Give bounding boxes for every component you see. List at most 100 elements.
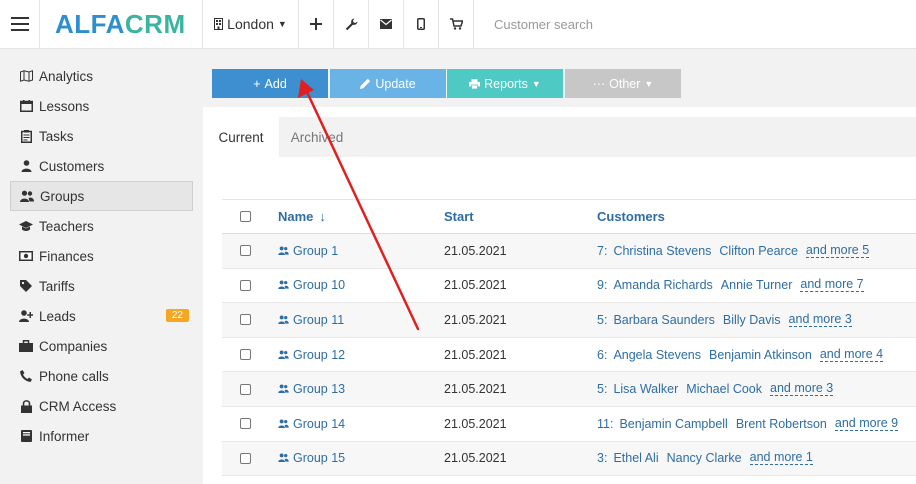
customer-count: 9: (597, 278, 608, 293)
customer-link[interactable]: Brent Robertson (736, 417, 827, 431)
row-checkbox[interactable] (240, 314, 251, 326)
table-row[interactable]: Group 15 21.05.2021 3: Ethel Ali Nancy Clark… (222, 441, 916, 477)
customer-link[interactable]: Barbara Saunders (613, 313, 714, 327)
row-checkbox[interactable] (240, 245, 251, 257)
group-link[interactable]: Group 10 (278, 278, 345, 292)
add-button[interactable]: + Add (212, 69, 328, 98)
customer-count: 3: (597, 451, 608, 466)
sidebar-item-label: Groups (40, 188, 85, 204)
customer-link[interactable]: Angela Stevens (613, 348, 701, 362)
customer-search-input[interactable]: Customer search (474, 0, 916, 48)
table-row[interactable]: Group 14 21.05.2021 11: Benjamin Campbell Br… (222, 407, 916, 442)
other-button-label: Other (609, 76, 641, 91)
groups-table: Name ↓ Start Customers Group 1 21.05.2021 7… (222, 199, 916, 477)
customer-count: 11: (597, 416, 614, 431)
sidebar-item-tasks[interactable]: Tasks (10, 121, 193, 151)
select-all-checkbox[interactable] (240, 211, 251, 222)
more-customers-link[interactable]: and more 5 (805, 243, 870, 258)
update-button[interactable]: Update (330, 69, 446, 98)
reports-button[interactable]: Reports ▼ (447, 69, 563, 98)
customer-link[interactable]: Nancy Clarke (667, 451, 742, 465)
customers-cell: 3: Ethel Ali Nancy Clarke and more 1 (597, 442, 813, 476)
start-date-cell: 21.05.2021 (444, 416, 507, 431)
customers-column-header[interactable]: Customers (597, 200, 665, 233)
sidebar-item-companies[interactable]: Companies (10, 331, 193, 361)
select-all-cell (240, 200, 251, 233)
add-button-label: Add (264, 76, 287, 91)
sidebar-item-teachers[interactable]: Teachers (10, 211, 193, 241)
users-icon (20, 189, 34, 203)
sidebar-item-finances[interactable]: Finances (10, 241, 193, 271)
table-row[interactable]: Group 13 21.05.2021 5: Lisa Walker Michael C… (222, 372, 916, 407)
mobile-button[interactable] (404, 0, 439, 48)
customers-cell: 7: Christina Stevens Clifton Pearce and mor… (597, 234, 870, 268)
start-column-header[interactable]: Start (444, 200, 474, 233)
more-customers-link[interactable]: and more 3 (788, 312, 852, 327)
sidebar-item-informer[interactable]: Informer (10, 421, 193, 451)
app-logo[interactable]: ALFA CRM (40, 0, 203, 48)
city-selector[interactable]: London ▼ (203, 0, 299, 48)
sidebar-item-tariffs[interactable]: Tariffs (10, 271, 193, 301)
row-checkbox[interactable] (240, 383, 251, 395)
start-date-cell: 21.05.2021 (444, 312, 507, 327)
sidebar-item-groups[interactable]: Groups (10, 181, 193, 211)
search-placeholder: Customer search (494, 16, 593, 32)
group-link[interactable]: Group 13 (278, 382, 345, 396)
row-checkbox[interactable] (240, 279, 251, 291)
more-customers-link[interactable]: and more 7 (800, 278, 864, 293)
customer-link[interactable]: Amanda Richards (613, 278, 712, 292)
customers-cell: 6: Angela Stevens Benjamin Atkinson and mor… (597, 338, 884, 372)
group-name-cell: Group 15 (278, 442, 345, 476)
group-link[interactable]: Group 14 (278, 417, 345, 431)
phone-icon (19, 369, 33, 383)
row-checkbox[interactable] (240, 349, 251, 361)
tab-archived[interactable]: Archived (279, 117, 355, 157)
row-checkbox[interactable] (240, 418, 251, 430)
more-customers-link[interactable]: and more 3 (770, 382, 834, 397)
group-link[interactable]: Group 11 (278, 313, 344, 327)
sidebar-item-analytics[interactable]: Analytics (10, 61, 193, 91)
customer-link[interactable]: Annie Turner (721, 278, 793, 292)
sidebar-item-phone-calls[interactable]: Phone calls (10, 361, 193, 391)
sidebar-item-crm-access[interactable]: CRM Access (10, 391, 193, 421)
mobile-phone-icon (417, 18, 425, 30)
mail-button[interactable] (369, 0, 404, 48)
customer-link[interactable]: Ethel Ali (613, 451, 658, 465)
users-icon (278, 348, 289, 362)
row-checkbox[interactable] (240, 452, 251, 464)
users-icon (278, 313, 289, 327)
money-icon (19, 249, 33, 263)
customer-link[interactable]: Clifton Pearce (719, 244, 798, 258)
chevron-down-icon: ▼ (644, 78, 654, 89)
menu-toggle-button[interactable] (0, 0, 40, 48)
customer-link[interactable]: Christina Stevens (613, 244, 711, 258)
group-link[interactable]: Group 12 (278, 348, 345, 362)
sidebar-item-lessons[interactable]: Lessons (10, 91, 193, 121)
start-date-cell: 21.05.2021 (444, 278, 507, 293)
add-quick-button[interactable] (299, 0, 334, 48)
sidebar-item-leads[interactable]: Leads 22 (10, 301, 193, 331)
cart-button[interactable] (439, 0, 474, 48)
row-select-cell (240, 234, 251, 268)
table-row[interactable]: Group 1 21.05.2021 7: Christina Stevens Clif… (222, 234, 916, 269)
table-row[interactable]: Group 12 21.05.2021 6: Angela Stevens Benjam… (222, 338, 916, 373)
hamburger-icon (10, 17, 29, 31)
customer-link[interactable]: Michael Cook (686, 382, 762, 396)
customer-link[interactable]: Benjamin Atkinson (709, 348, 812, 362)
customer-link[interactable]: Lisa Walker (613, 382, 678, 396)
group-link[interactable]: Group 1 (278, 244, 338, 258)
settings-button[interactable] (334, 0, 369, 48)
table-row[interactable]: Group 10 21.05.2021 9: Amanda Richards Annie… (222, 269, 916, 304)
group-link[interactable]: Group 15 (278, 451, 345, 465)
tab-current[interactable]: Current (203, 117, 279, 157)
customer-link[interactable]: Billy Davis (723, 313, 781, 327)
more-customers-link[interactable]: and more 4 (819, 347, 884, 362)
other-button[interactable]: ··· Other ▼ (565, 69, 681, 98)
more-customers-link[interactable]: and more 9 (834, 416, 899, 431)
name-column-header[interactable]: Name ↓ (278, 200, 326, 233)
more-customers-link[interactable]: and more 1 (749, 451, 813, 466)
row-select-cell (240, 269, 251, 303)
table-row[interactable]: Group 11 21.05.2021 5: Barbara Saunders Bill… (222, 303, 916, 338)
sidebar-item-customers[interactable]: Customers (10, 151, 193, 181)
customer-link[interactable]: Benjamin Campbell (619, 417, 727, 431)
